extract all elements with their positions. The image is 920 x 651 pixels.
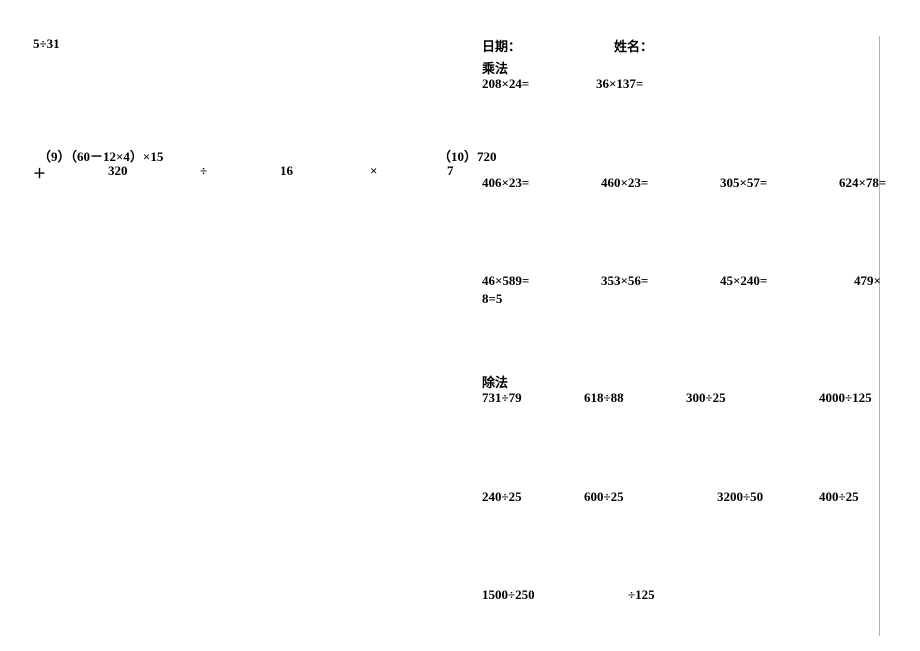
- div-problem-9: 1500÷250: [482, 587, 535, 603]
- multiplication-heading: 乘法: [482, 58, 508, 77]
- div-problem-10: ÷125: [628, 587, 655, 603]
- mult-problem-1: 208×24=: [482, 76, 529, 92]
- div-problem-7: 3200÷50: [717, 489, 763, 505]
- op-times: ×: [370, 163, 377, 179]
- val-320: 320: [108, 163, 128, 179]
- op-div: ÷: [200, 163, 207, 179]
- div-problem-5: 240÷25: [482, 489, 522, 505]
- val-7: 7: [447, 163, 454, 179]
- div-problem-4: 4000÷125: [819, 390, 872, 406]
- name-label: 姓名：: [614, 36, 653, 55]
- div-problem-8: 400÷25: [819, 489, 859, 505]
- mult-problem-7: 46×589=: [482, 273, 529, 289]
- division-heading: 除法: [482, 372, 508, 391]
- mult-problem-10b: 8=5: [482, 291, 502, 307]
- div-problem-6: 600÷25: [584, 489, 624, 505]
- mult-problem-5: 305×57=: [720, 175, 767, 191]
- mult-problem-10a: 479×: [854, 273, 881, 289]
- mult-problem-8: 353×56=: [601, 273, 648, 289]
- val-16: 16: [280, 163, 293, 179]
- div-problem-2: 618÷88: [584, 390, 624, 406]
- page-divider: [879, 36, 880, 636]
- mult-problem-2: 36×137=: [596, 76, 643, 92]
- problem-5-div-31: 5÷31: [33, 36, 60, 52]
- date-label: 日期：: [482, 36, 521, 55]
- mult-problem-4: 460×23=: [601, 175, 648, 191]
- div-problem-3: 300÷25: [686, 390, 726, 406]
- worksheet-page: 5÷31 （9）（60－12×4）×15 ＋ 320 ÷ 16 × （10）72…: [0, 0, 920, 651]
- div-problem-1: 731÷79: [482, 390, 522, 406]
- mult-problem-6: 624×78=: [839, 175, 886, 191]
- op-plus: ＋: [33, 163, 46, 182]
- mult-problem-3: 406×23=: [482, 175, 529, 191]
- mult-problem-9: 45×240=: [720, 273, 767, 289]
- problem-9: （9）（60－12×4）×15: [38, 146, 163, 165]
